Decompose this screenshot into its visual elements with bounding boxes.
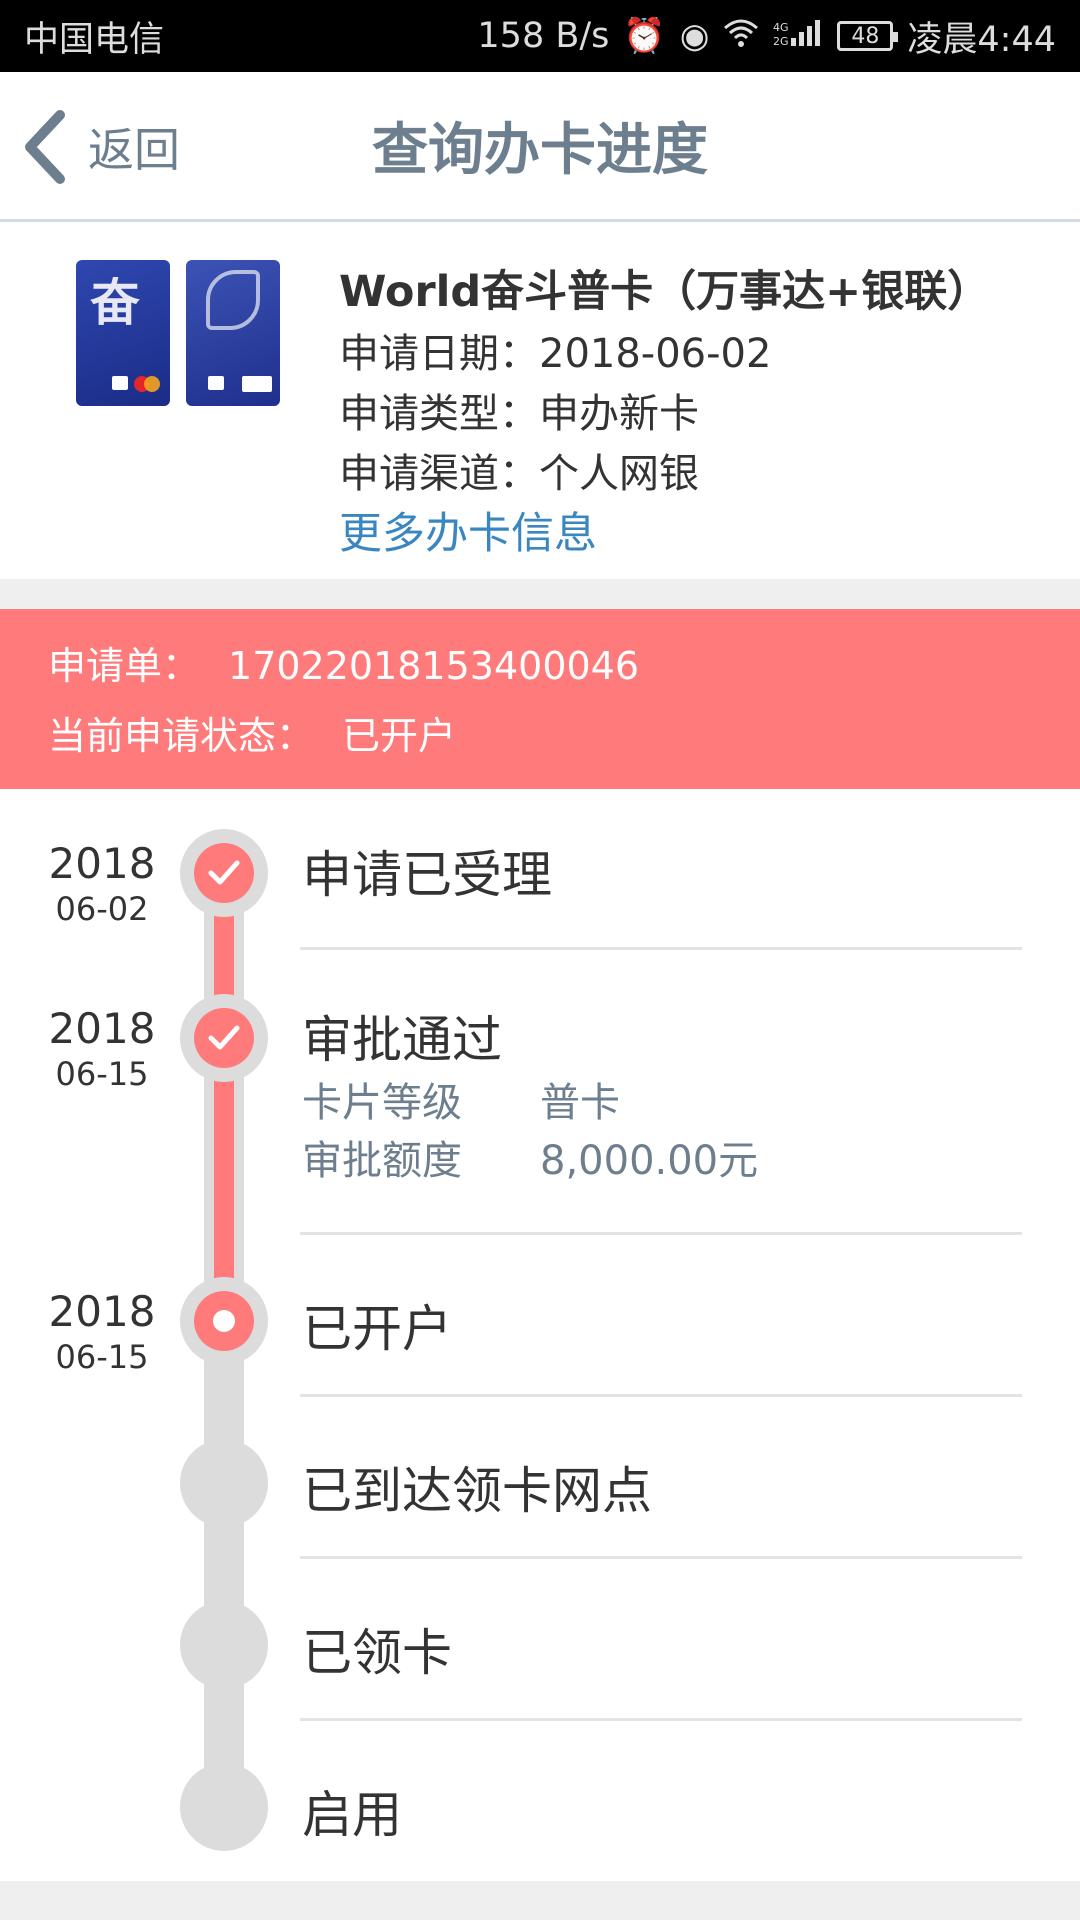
card-name: World奋斗普卡（万事达+银联） — [339, 267, 991, 317]
carrier-name: 中国电信 — [24, 19, 165, 60]
current-dot-icon — [213, 1310, 235, 1332]
card-image-mastercard: 奋 — [76, 260, 170, 406]
nav-header: 返回 查询办卡进度 — [0, 72, 1080, 222]
current-status-label: 当前申请状态： — [48, 714, 315, 758]
step-month-day: 06-15 — [55, 1338, 149, 1376]
step-date: 2018 06-02 — [48, 839, 156, 929]
step-title: 已开户 — [302, 1300, 452, 1358]
divider — [300, 1394, 1022, 1397]
current-status-value: 已开户 — [342, 714, 457, 758]
step-year: 2018 — [48, 839, 156, 888]
detail-key: 卡片等级 — [302, 1080, 462, 1126]
step-title: 已到达领卡网点 — [302, 1462, 652, 1520]
step-title: 审批通过 — [302, 1011, 502, 1069]
detail-row-credit-limit: 审批额度 8,000.00元 — [302, 1132, 758, 1190]
card-art-icon: 奋 — [90, 273, 140, 332]
card-chip-icon — [208, 376, 224, 390]
step-node-pending — [180, 1601, 268, 1689]
detail-value: 8,000.00元 — [540, 1138, 759, 1184]
order-number-row: 申请单： 17022018153400046 — [48, 631, 1032, 701]
bottom-spacer — [0, 1881, 1080, 1920]
progress-timeline: 2018 06-02 申请已受理 2018 06-15 审批通过 卡片等级 普卡… — [0, 789, 1080, 1881]
divider — [300, 1232, 1022, 1235]
unionpay-logo-icon — [242, 376, 272, 392]
back-button[interactable]: 返回 — [20, 72, 180, 222]
step-year: 2018 — [48, 1004, 156, 1053]
detail-value: 普卡 — [540, 1080, 620, 1126]
status-icons: 158 B/s ⏰ ◉ 4G 2G 48 凌晨4:44 — [477, 11, 1056, 62]
card-art-icon — [206, 270, 260, 330]
current-status-row: 当前申请状态： 已开户 — [48, 701, 1032, 771]
apply-channel: 申请渠道：个人网银 — [339, 451, 699, 497]
section-gap — [0, 579, 1080, 609]
wifi-icon — [723, 18, 759, 54]
step-node-done — [180, 829, 268, 917]
check-icon — [208, 860, 240, 885]
divider — [300, 947, 1022, 950]
step-node-pending — [180, 1763, 268, 1851]
back-label: 返回 — [88, 123, 180, 177]
more-card-info-link[interactable]: 更多办卡信息 — [339, 504, 990, 564]
step-node-current — [180, 1277, 268, 1365]
status-bar: 中国电信 158 B/s ⏰ ◉ 4G 2G 48 凌晨4:44 — [0, 0, 1080, 72]
step-title: 申请已受理 — [302, 846, 552, 904]
apply-date: 申请日期：2018-06-02 — [339, 331, 772, 377]
network-speed: 158 B/s — [477, 16, 610, 56]
order-number-label: 申请单： — [48, 644, 201, 688]
step-year: 2018 — [48, 1287, 156, 1336]
step-title: 已领卡 — [302, 1624, 452, 1682]
svg-text:2G: 2G — [773, 35, 789, 48]
status-banner: 申请单： 17022018153400046 当前申请状态： 已开户 — [0, 609, 1080, 789]
approval-details: 卡片等级 普卡 审批额度 8,000.00元 — [302, 1074, 758, 1190]
signal-icon: 4G 2G — [773, 18, 823, 54]
card-details: World奋斗普卡（万事达+银联） 申请日期：2018-06-02 申请类型：申… — [339, 260, 990, 564]
svg-text:4G: 4G — [773, 21, 789, 34]
battery-icon: 48 — [837, 21, 899, 51]
detail-key: 审批额度 — [302, 1138, 462, 1184]
step-title: 启用 — [302, 1786, 402, 1844]
timeline-progress-bar — [214, 869, 234, 1319]
card-info-section: 奋 World奋斗普卡（万事达+银联） 申请日期：2018-06-02 申请类型… — [0, 222, 1080, 579]
step-node-done — [180, 994, 268, 1082]
chevron-left-icon — [25, 110, 65, 184]
order-number-value: 17022018153400046 — [228, 644, 640, 688]
card-image-unionpay — [186, 260, 280, 406]
step-node-pending — [180, 1439, 268, 1527]
apply-type: 申请类型：申办新卡 — [339, 391, 699, 437]
eye-comfort-icon: ◉ — [679, 16, 710, 56]
card-images: 奋 — [76, 260, 280, 406]
detail-row-card-level: 卡片等级 普卡 — [302, 1074, 758, 1132]
step-date: 2018 06-15 — [48, 1287, 156, 1377]
alarm-icon: ⏰ — [623, 16, 666, 56]
step-date: 2018 06-15 — [48, 1004, 156, 1094]
divider — [300, 1556, 1022, 1559]
clock: 凌晨4:44 — [907, 19, 1056, 60]
divider — [300, 1718, 1022, 1721]
step-month-day: 06-15 — [55, 1055, 149, 1093]
step-month-day: 06-02 — [55, 890, 149, 928]
mastercard-logo-icon — [134, 376, 160, 392]
card-chip-icon — [112, 376, 128, 390]
check-icon — [208, 1025, 240, 1050]
